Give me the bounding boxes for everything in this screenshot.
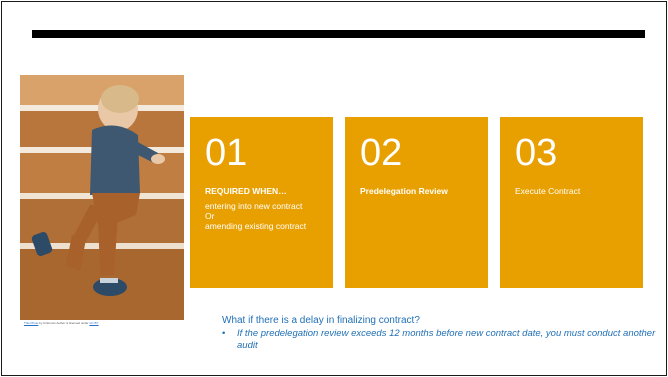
title-bar (32, 30, 645, 38)
step-number: 01 (205, 132, 248, 174)
photo-caption: This Photo by Unknown Author is licensed… (24, 321, 184, 325)
step-heading: Predelegation Review (360, 186, 448, 196)
delay-question: What if there is a delay in finalizing c… (222, 315, 420, 326)
toddler-stairs-photo (20, 75, 184, 320)
step-line: amending existing contract (205, 221, 307, 232)
step-heading: REQUIRED WHEN… (205, 186, 287, 196)
bullet-marker: • (222, 328, 226, 339)
step-line: Or (205, 211, 215, 222)
caption-text: by Unknown Author is licensed under (38, 321, 90, 325)
delay-note: • If the predelegation review exceeds 12… (222, 328, 662, 352)
step-number: 02 (360, 132, 403, 174)
caption-photo-link[interactable]: This Photo (24, 321, 38, 325)
step-card-02: 02 Predelegation Review (345, 117, 488, 288)
caption-license-link[interactable]: CC BY (89, 321, 98, 325)
step-body: entering into new contract Or amending e… (205, 201, 323, 232)
step-text: Execute Contract (515, 186, 581, 196)
step-line: entering into new contract (205, 201, 303, 211)
step-card-03: 03 Execute Contract (500, 117, 643, 288)
slide: This Photo by Unknown Author is licensed… (1, 1, 667, 376)
step-card-01: 01 REQUIRED WHEN… entering into new cont… (190, 117, 333, 288)
step-number: 03 (515, 132, 558, 174)
delay-note-text: If the predelegation review exceeds 12 m… (237, 328, 656, 351)
